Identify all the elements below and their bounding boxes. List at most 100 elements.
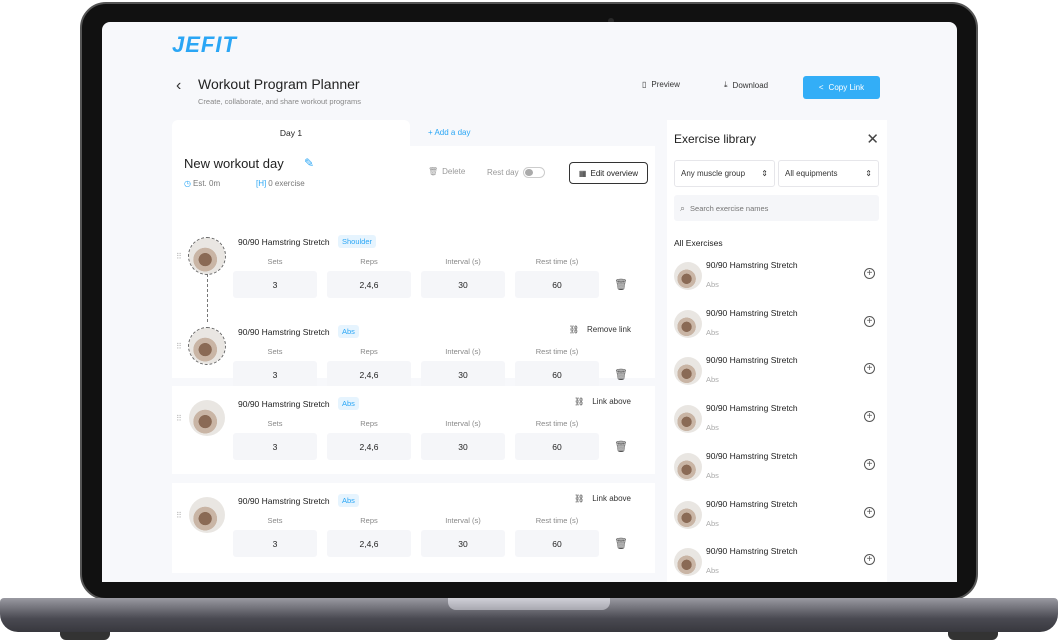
rest-field[interactable]: 60 <box>515 433 599 460</box>
copy-link-button[interactable]: < Copy Link <box>803 76 880 99</box>
sets-field[interactable]: 3 <box>233 433 317 460</box>
add-circle-icon[interactable]: + <box>864 458 875 470</box>
exercise-card: ⠿ 90/90 Hamstring Stretch Abs ⛓ Link abov… <box>172 483 655 573</box>
reps-label: Reps <box>360 419 378 428</box>
reps-field[interactable]: 2,4,6 <box>327 271 411 298</box>
exercise-row: ⠿ 90/90 Hamstring Stretch Shoulder Sets … <box>172 230 655 322</box>
add-circle-icon[interactable]: + <box>864 506 875 518</box>
exercise-thumbnail <box>189 497 225 533</box>
rest-day-toggle[interactable] <box>522 167 545 178</box>
exercise-name: 90/90 Hamstring Stretch <box>238 237 330 247</box>
rest-field[interactable]: 60 <box>515 530 599 557</box>
sets-field[interactable]: 3 <box>233 361 317 388</box>
exercise-row: ⠿ 90/90 Hamstring Stretch Abs ⛓ Link abov… <box>172 489 655 567</box>
sets-field[interactable]: 3 <box>233 271 317 298</box>
interval-field[interactable]: 30 <box>421 271 505 298</box>
drag-handle-icon[interactable]: ⠿ <box>176 342 182 351</box>
rest-label: Rest time (s) <box>535 347 579 356</box>
chevron-updown-icon: ⇕ <box>865 169 872 178</box>
library-title: Exercise library <box>674 132 757 146</box>
exercise-thumbnail <box>674 405 702 434</box>
library-item-muscle: Abs <box>706 280 719 289</box>
library-item[interactable]: 90/90 Hamstring Stretch Abs + <box>674 497 879 537</box>
remove-link-button[interactable]: ⛓ Remove link <box>569 325 631 334</box>
link-icon: ⛓ <box>574 494 585 503</box>
library-item[interactable]: 90/90 Hamstring Stretch Abs + <box>674 306 879 346</box>
library-item-muscle: Abs <box>706 423 719 433</box>
superset-connector <box>207 274 208 322</box>
library-item[interactable]: 90/90 Hamstring Stretch Abs + <box>674 449 879 489</box>
library-item-muscle: Abs <box>706 518 719 528</box>
library-item-name: 90/90 Hamstring Stretch <box>706 403 798 414</box>
rest-day-control: Rest day <box>487 167 545 178</box>
library-item[interactable]: 90/90 Hamstring Stretch Abs + <box>674 353 879 393</box>
exercise-name: 90/90 Hamstring Stretch <box>238 399 330 409</box>
library-item-muscle: Abs <box>706 375 719 385</box>
exercise-count: [H] 0 exercise <box>256 179 305 188</box>
rest-field[interactable]: 60 <box>515 361 599 388</box>
search-input[interactable] <box>690 203 871 213</box>
interval-field[interactable]: 30 <box>421 530 505 557</box>
muscle-tag: Abs <box>338 494 359 507</box>
exercise-thumbnail <box>674 309 702 338</box>
drag-handle-icon[interactable]: ⠿ <box>176 414 182 423</box>
reps-field[interactable]: 2,4,6 <box>327 530 411 557</box>
drag-handle-icon[interactable]: ⠿ <box>176 252 182 261</box>
exercise-thumbnail <box>674 262 702 290</box>
library-item[interactable]: 90/90 Hamstring Stretch Abs + <box>674 401 879 441</box>
reps-field[interactable]: 2,4,6 <box>327 433 411 460</box>
delete-day-button[interactable]: 🗑 Delete <box>428 167 465 176</box>
library-item[interactable]: 90/90 Hamstring Stretch Abs + <box>674 544 879 582</box>
trash-icon[interactable]: 🗑 <box>614 368 628 381</box>
edit-overview-button[interactable]: ▦ Edit overview <box>569 162 648 184</box>
add-circle-icon[interactable]: + <box>864 363 875 375</box>
exercise-name: 90/90 Hamstring Stretch <box>238 327 330 337</box>
trash-icon[interactable]: 🗑 <box>614 440 628 453</box>
reps-label: Reps <box>360 257 378 266</box>
link-above-button[interactable]: ⛓ Link above <box>574 494 631 503</box>
share-icon: < <box>818 83 824 92</box>
jefit-logo[interactable]: JEFIT <box>172 32 237 58</box>
link-above-button[interactable]: ⛓ Link above <box>574 397 631 406</box>
exercise-thumbnail <box>674 452 702 481</box>
back-icon[interactable]: ‹ <box>176 77 181 95</box>
page-subtitle: Create, collaborate, and share workout p… <box>198 97 362 106</box>
equipment-select[interactable]: All equipments ⇕ <box>778 160 879 187</box>
reps-field[interactable]: 2,4,6 <box>327 361 411 388</box>
pencil-icon[interactable]: ✎ <box>304 156 314 170</box>
rest-label: Rest time (s) <box>535 516 579 525</box>
drag-handle-icon[interactable]: ⠿ <box>176 511 182 520</box>
close-icon[interactable]: ✕ <box>866 130 879 148</box>
add-day-button[interactable]: + Add a day <box>428 128 470 137</box>
download-icon: ⤓ <box>724 80 728 89</box>
download-button[interactable]: ⤓ Download <box>724 80 768 90</box>
library-item-name: 90/90 Hamstring Stretch <box>706 355 798 366</box>
trash-icon[interactable]: 🗑 <box>614 537 628 550</box>
exercise-row: ⠿ 90/90 Hamstring Stretch Abs ⛓ Link abov… <box>172 392 655 470</box>
interval-field[interactable]: 30 <box>421 433 505 460</box>
library-item-name: 90/90 Hamstring Stretch <box>706 546 798 557</box>
interval-field[interactable]: 30 <box>421 361 505 388</box>
rest-label: Rest time (s) <box>535 257 579 266</box>
reps-label: Reps <box>360 516 378 525</box>
library-item-muscle: Abs <box>706 327 719 337</box>
tab-day-1[interactable]: Day 1 <box>172 120 410 146</box>
add-circle-icon[interactable]: + <box>864 554 875 566</box>
add-circle-icon[interactable]: + <box>864 315 875 327</box>
link-icon: ⛓ <box>574 397 585 406</box>
exercise-card: ⠿ 90/90 Hamstring Stretch Abs ⛓ Link abov… <box>172 386 655 474</box>
add-circle-icon[interactable]: + <box>864 268 875 279</box>
laptop-foot <box>948 632 998 640</box>
preview-button[interactable]: ▯ Preview <box>642 80 680 89</box>
muscle-group-select[interactable]: Any muscle group ⇕ <box>674 160 775 187</box>
exercise-library-panel: Exercise library ✕ Any muscle group ⇕ All… <box>667 120 887 582</box>
sets-field[interactable]: 3 <box>233 530 317 557</box>
sets-label: Sets <box>267 347 283 356</box>
rest-field[interactable]: 60 <box>515 271 599 298</box>
dumbbell-icon: [H] <box>256 179 267 188</box>
add-circle-icon[interactable]: + <box>864 411 875 423</box>
all-exercises-heading: All Exercises <box>674 238 723 248</box>
library-item[interactable]: 90/90 Hamstring Stretch Abs + <box>674 258 879 298</box>
app-screen: JEFIT ‹ Workout Program Planner Create, … <box>102 22 957 582</box>
trash-icon[interactable]: 🗑 <box>614 278 628 291</box>
